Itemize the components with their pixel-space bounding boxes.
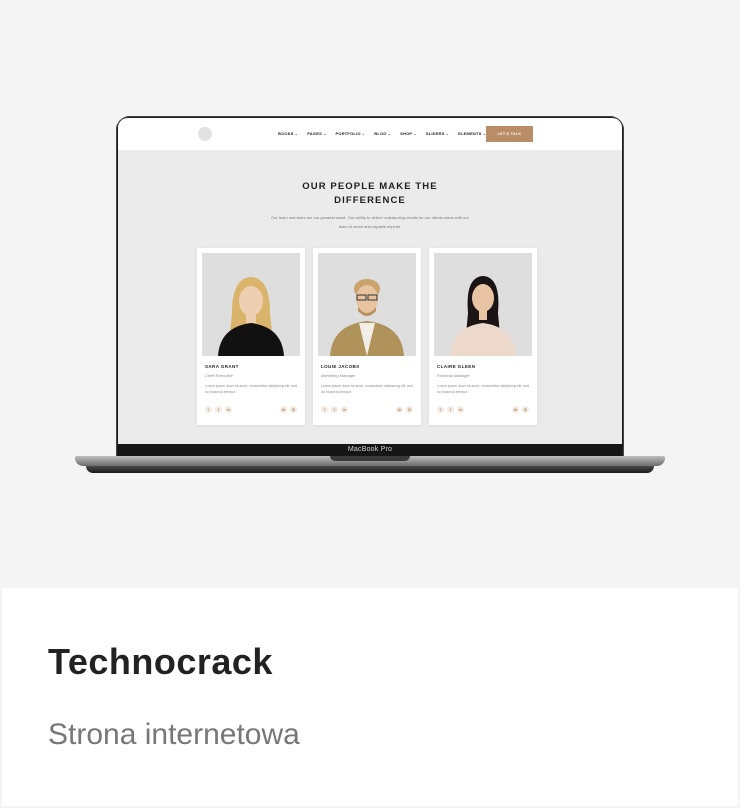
nav-item-shop[interactable]: SHOP ⌄: [400, 131, 417, 136]
chevron-down-icon: ⌄: [322, 131, 327, 136]
section-title-line: OUR PEOPLE MAKE THE: [302, 181, 438, 192]
team-member-name: SARA GRANT: [205, 364, 239, 369]
section-subtitle: Our team members are our greatest asset.…: [271, 215, 469, 229]
twitter-icon[interactable]: t: [331, 406, 338, 413]
nav-label: ELEMENTS: [458, 131, 482, 136]
team-card[interactable]: CLAIRE GLEEN Financial Manager Lorem ips…: [429, 248, 537, 425]
social-links: f t in: [321, 406, 348, 413]
nav-item-elements[interactable]: ELEMENTS ⌄: [458, 131, 486, 136]
mail-icon[interactable]: ✉: [280, 406, 287, 413]
social-links: f t in: [205, 406, 232, 413]
laptop-notch: [330, 456, 410, 461]
team-photo: [202, 253, 300, 356]
linkedin-icon[interactable]: in: [341, 406, 348, 413]
nav-label: SHOP: [400, 131, 413, 136]
team-photo: [434, 253, 532, 356]
contact-links: ✉ ✆: [396, 406, 413, 413]
facebook-icon[interactable]: f: [321, 406, 328, 413]
logo-icon[interactable]: [198, 127, 212, 141]
social-links: f t in: [437, 406, 464, 413]
team-member-bio: Lorem ipsum dolor sit amet, consectetur …: [321, 384, 413, 394]
project-title: Technocrack: [48, 641, 273, 682]
team-cards: SARA GRANT Chief Executive Lorem ipsum d…: [197, 248, 537, 425]
team-card[interactable]: SARA GRANT Chief Executive Lorem ipsum d…: [197, 248, 305, 425]
nav-item-blog[interactable]: BLOG ⌄: [374, 131, 391, 136]
section-title: OUR PEOPLE MAKE THE DIFFERENCE: [118, 180, 622, 208]
linkedin-icon[interactable]: in: [225, 406, 232, 413]
chevron-down-icon: ⌄: [294, 131, 299, 136]
chevron-down-icon: ⌄: [413, 131, 417, 136]
nav-label: SLIDERS: [425, 131, 445, 136]
main-nav: BOOKS ⌄ PAGES ⌄ PORTFOLIO ⌄ BLOG ⌄ SHOP ⌄ SLI…: [278, 131, 486, 136]
team-member-name: CLAIRE GLEEN: [437, 364, 476, 369]
laptop-screen: BOOKS ⌄ PAGES ⌄ PORTFOLIO ⌄ BLOG ⌄ SHOP ⌄ SLI…: [118, 118, 622, 444]
mail-icon[interactable]: ✉: [396, 406, 403, 413]
nav-label: BOOKS: [278, 131, 294, 136]
phone-icon[interactable]: ✆: [406, 406, 413, 413]
team-member-role: Marketing Manager: [321, 373, 356, 378]
team-card[interactable]: LOUIE JACOBS Marketing Manager Lorem ips…: [313, 248, 421, 425]
nav-item-portfolio[interactable]: PORTFOLIO ⌄: [336, 131, 366, 136]
team-member-role: Financial Manager: [437, 373, 470, 378]
team-photo: [318, 253, 416, 356]
cta-button[interactable]: LET'S TALK: [486, 126, 533, 142]
twitter-icon[interactable]: t: [215, 406, 222, 413]
project-category: Strona internetowa: [48, 718, 300, 751]
nav-item-pages[interactable]: PAGES ⌄: [307, 131, 326, 136]
facebook-icon[interactable]: f: [437, 406, 444, 413]
showcase-stage: BOOKS ⌄ PAGES ⌄ PORTFOLIO ⌄ BLOG ⌄ SHOP ⌄ SLI…: [0, 0, 740, 588]
laptop-base-bottom: [86, 466, 654, 473]
team-member-role: Chief Executive: [205, 373, 233, 378]
nav-label: PORTFOLIO: [335, 131, 361, 136]
nav-item-sliders[interactable]: SLIDERS ⌄: [426, 131, 449, 136]
facebook-icon[interactable]: f: [205, 406, 212, 413]
chevron-down-icon: ⌄: [361, 131, 366, 136]
team-member-bio: Lorem ipsum dolor sit amet, consectetur …: [205, 384, 297, 394]
twitter-icon[interactable]: t: [447, 406, 454, 413]
team-member-bio: Lorem ipsum dolor sit amet, consectetur …: [437, 384, 529, 394]
section-title-line: DIFFERENCE: [334, 195, 406, 206]
nav-label: BLOG: [374, 131, 387, 136]
nav-label: PAGES: [307, 131, 322, 136]
nav-item-books[interactable]: BOOKS ⌄: [278, 131, 298, 136]
chevron-down-icon: ⌄: [387, 131, 392, 136]
device-label: MacBook Pro: [347, 446, 393, 453]
site-header: BOOKS ⌄ PAGES ⌄ PORTFOLIO ⌄ BLOG ⌄ SHOP ⌄ SLI…: [118, 118, 622, 150]
phone-icon[interactable]: ✆: [522, 406, 529, 413]
phone-icon[interactable]: ✆: [290, 406, 297, 413]
linkedin-icon[interactable]: in: [457, 406, 464, 413]
project-caption[interactable]: Technocrack Strona internetowa: [2, 588, 738, 806]
contact-links: ✉ ✆: [512, 406, 529, 413]
contact-links: ✉ ✆: [280, 406, 297, 413]
mail-icon[interactable]: ✉: [512, 406, 519, 413]
team-member-name: LOUIE JACOBS: [321, 364, 360, 369]
chevron-down-icon: ⌄: [445, 131, 450, 136]
